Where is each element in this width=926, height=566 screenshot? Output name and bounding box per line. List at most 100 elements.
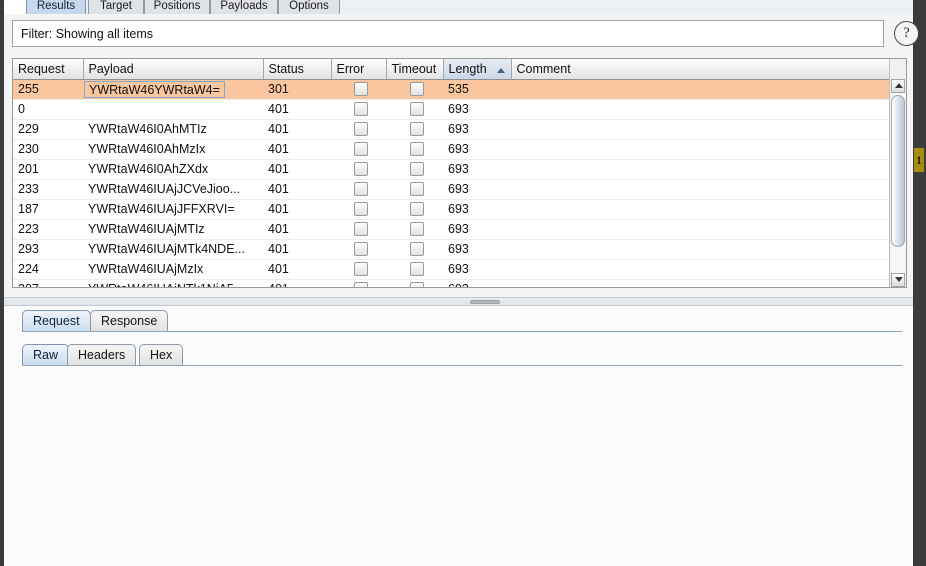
cell-timeout <box>386 139 443 160</box>
cell-length: 693 <box>443 199 511 220</box>
table-row[interactable]: 230 YWRtaW46I0AhMzIx 401 693 <box>13 139 896 160</box>
cell-request: 229 <box>13 119 83 140</box>
cell-payload: YWRtaW46IUAjJCVeJioo... <box>83 179 263 200</box>
help-icon[interactable]: ? <box>894 21 919 46</box>
timeout-checkbox[interactable] <box>410 162 424 177</box>
table-row[interactable]: 201 YWRtaW46I0AhZXdx 401 693 <box>13 159 896 180</box>
column-header-request[interactable]: Request <box>13 59 84 80</box>
tab-target[interactable]: Target <box>88 0 144 14</box>
cell-length: 693 <box>443 179 511 200</box>
cell-payload: YWRtaW46IUAjJFFXRVI= <box>83 199 263 220</box>
column-header-length[interactable]: Length <box>443 59 512 80</box>
cell-timeout <box>386 219 443 240</box>
cell-length: 693 <box>443 139 511 160</box>
cell-request: 233 <box>13 179 83 200</box>
table-row[interactable]: 233 YWRtaW46IUAjJCVeJioo... 401 693 <box>13 179 896 200</box>
timeout-checkbox[interactable] <box>410 102 424 117</box>
cell-timeout <box>386 79 443 100</box>
cell-length: 693 <box>443 279 511 287</box>
cell-payload <box>83 99 263 120</box>
table-row[interactable]: 0 401 693 <box>13 99 896 120</box>
timeout-checkbox[interactable] <box>410 182 424 197</box>
tab-strip-gap <box>4 0 26 14</box>
results-scrollbar[interactable] <box>889 59 906 287</box>
cell-timeout <box>386 279 443 287</box>
table-row[interactable]: 255 YWRtaW46YWRtaW4= 301 535 <box>13 79 896 100</box>
message-tab-row: Request Response <box>22 310 902 332</box>
background-window-marker: 1 <box>914 148 924 172</box>
results-table-container: Request Payload Status Error Timeout Len… <box>12 58 907 288</box>
table-row[interactable]: 307YWRtaW46IUAiNTk1NiA5...401 693 <box>13 279 896 287</box>
payload-selected-box: YWRtaW46YWRtaW4= <box>84 81 225 98</box>
tab-results[interactable]: Results <box>26 0 86 14</box>
timeout-checkbox[interactable] <box>410 122 424 137</box>
column-header-payload[interactable]: Payload <box>83 59 264 80</box>
cell-length: 693 <box>443 99 511 120</box>
column-header-timeout[interactable]: Timeout <box>386 59 444 80</box>
error-checkbox[interactable] <box>354 202 368 217</box>
timeout-checkbox[interactable] <box>410 282 424 287</box>
tab-positions[interactable]: Positions <box>144 0 210 14</box>
results-table-body: 255 YWRtaW46YWRtaW4= 301 535 0 401 693 229 YWRta… <box>13 79 896 287</box>
results-scroll-up-icon[interactable] <box>891 79 905 93</box>
cell-payload: YWRtaW46IUAjMzIx <box>83 259 263 280</box>
cell-request: 223 <box>13 219 83 240</box>
table-row[interactable]: 293 YWRtaW46IUAjMTk4NDE... 401 693 <box>13 239 896 260</box>
cell-length: 693 <box>443 159 511 180</box>
cell-comment <box>511 79 896 100</box>
cell-timeout <box>386 239 443 260</box>
table-row[interactable]: 229 YWRtaW46I0AhMTIz 401 693 <box>13 119 896 140</box>
cell-payload: YWRtaW46I0AhMzIx <box>83 139 263 160</box>
tab-hex[interactable]: Hex <box>139 344 184 366</box>
table-row[interactable]: 187 YWRtaW46IUAjJFFXRVI= 401 693 <box>13 199 896 220</box>
cell-request: 255 <box>13 79 83 100</box>
cell-status: 401 <box>263 179 331 200</box>
timeout-checkbox[interactable] <box>410 262 424 277</box>
error-checkbox[interactable] <box>354 102 368 117</box>
tab-options[interactable]: Options <box>278 0 340 14</box>
error-checkbox[interactable] <box>354 282 368 287</box>
table-row[interactable]: 223 YWRtaW46IUAjMTIz 401 693 <box>13 219 896 240</box>
results-pane: Filter: Showing all items ? Request Payl… <box>4 14 919 297</box>
cell-length: 693 <box>443 219 511 240</box>
sort-ascending-icon <box>496 67 505 73</box>
cell-error <box>331 279 386 287</box>
cell-request: 187 <box>13 199 83 220</box>
pane-splitter[interactable] <box>4 297 913 306</box>
tab-raw[interactable]: Raw <box>22 344 70 366</box>
error-checkbox[interactable] <box>354 162 368 177</box>
results-scrollbar-thumb[interactable] <box>891 95 905 247</box>
error-checkbox[interactable] <box>354 142 368 157</box>
timeout-checkbox[interactable] <box>410 202 424 217</box>
timeout-checkbox[interactable] <box>410 142 424 157</box>
timeout-checkbox[interactable] <box>410 242 424 257</box>
error-checkbox[interactable] <box>354 182 368 197</box>
error-checkbox[interactable] <box>354 82 368 97</box>
timeout-checkbox[interactable] <box>410 82 424 97</box>
cell-comment <box>511 99 896 120</box>
tab-headers[interactable]: Headers <box>67 344 137 366</box>
results-scroll-down-icon[interactable] <box>891 273 905 287</box>
background-window-right-strip: 1 <box>913 0 926 566</box>
error-checkbox[interactable] <box>354 122 368 137</box>
error-checkbox[interactable] <box>354 222 368 237</box>
column-header-comment[interactable]: Comment <box>511 59 896 80</box>
view-tab-rule <box>22 365 902 366</box>
column-header-status[interactable]: Status <box>263 59 332 80</box>
error-checkbox[interactable] <box>354 242 368 257</box>
splitter-grip[interactable] <box>470 300 500 304</box>
timeout-checkbox[interactable] <box>410 222 424 237</box>
column-header-error[interactable]: Error <box>331 59 387 80</box>
cell-length: 693 <box>443 119 511 140</box>
intruder-attack-window: Results Target Positions Payloads Option… <box>4 0 919 566</box>
cell-payload: YWRtaW46IUAiNTk1NiA5... <box>83 279 263 287</box>
filter-bar[interactable]: Filter: Showing all items <box>12 20 884 47</box>
error-checkbox[interactable] <box>354 262 368 277</box>
cell-timeout <box>386 99 443 120</box>
tab-request[interactable]: Request <box>22 310 91 332</box>
table-row[interactable]: 224 YWRtaW46IUAjMzIx 401 693 <box>13 259 896 280</box>
cell-length: 693 <box>443 259 511 280</box>
tab-response[interactable]: Response <box>90 310 169 332</box>
cell-comment <box>511 219 896 240</box>
tab-payloads[interactable]: Payloads <box>210 0 278 14</box>
